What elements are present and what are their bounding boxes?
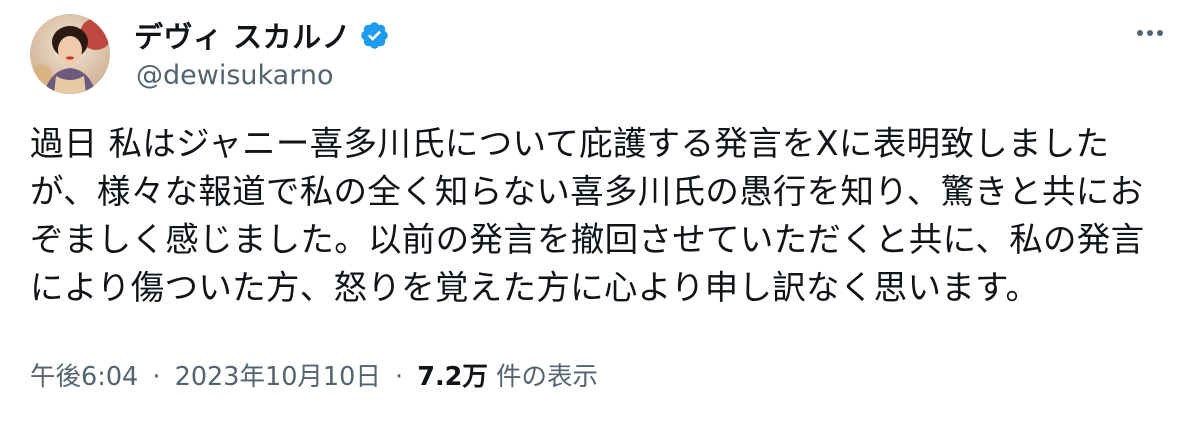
tweet-time: 午後6:04 [30, 362, 139, 392]
verified-badge-icon[interactable] [359, 20, 390, 51]
more-options-button[interactable] [1128, 18, 1172, 48]
tweet-text-line: ぞましく感じました。以前の発言を撤回させていただくと共に、私の発言 [30, 220, 1145, 259]
author-handle[interactable]: @dewisukarno [136, 60, 333, 91]
tweet-timestamp-link[interactable]: 午後6:04 · 2023年10月10日 [30, 362, 381, 392]
tweet-text-line: が、様々な報道で私の全く知らない喜多川氏の愚行を知り、驚きと共にお [30, 172, 1144, 211]
tweet-text-line: 過日 私はジャニー喜多川氏について庇護する発言をXに表明致しました [30, 124, 1110, 163]
separator: · [395, 362, 404, 392]
views-count: 7.2万 [417, 362, 488, 392]
tweet-card: デヴィ スカルノ @dewisukarno 過日 私はジャニー喜多川氏について庇… [0, 0, 1200, 432]
author-display-name[interactable]: デヴィ スカルノ [134, 14, 351, 56]
separator: · [152, 362, 161, 392]
tweet-text-line: により傷ついた方、怒りを覚えた方に心より申し訳なく思います。 [30, 268, 1040, 307]
author-name-row: デヴィ スカルノ [134, 14, 390, 56]
avatar[interactable] [30, 14, 110, 94]
views-link[interactable]: 7.2万 件の表示 [417, 362, 598, 392]
views-label: 件の表示 [496, 362, 599, 392]
tweet-date: 2023年10月10日 [174, 362, 381, 392]
tweet-text: 過日 私はジャニー喜多川氏について庇護する発言をXに表明致しました が、様々な報… [30, 120, 1190, 312]
more-horizontal-icon [1137, 30, 1163, 36]
tweet-metadata: 午後6:04 · 2023年10月10日 · 7.2万 件の表示 [30, 356, 598, 393]
avatar-image [30, 14, 110, 94]
